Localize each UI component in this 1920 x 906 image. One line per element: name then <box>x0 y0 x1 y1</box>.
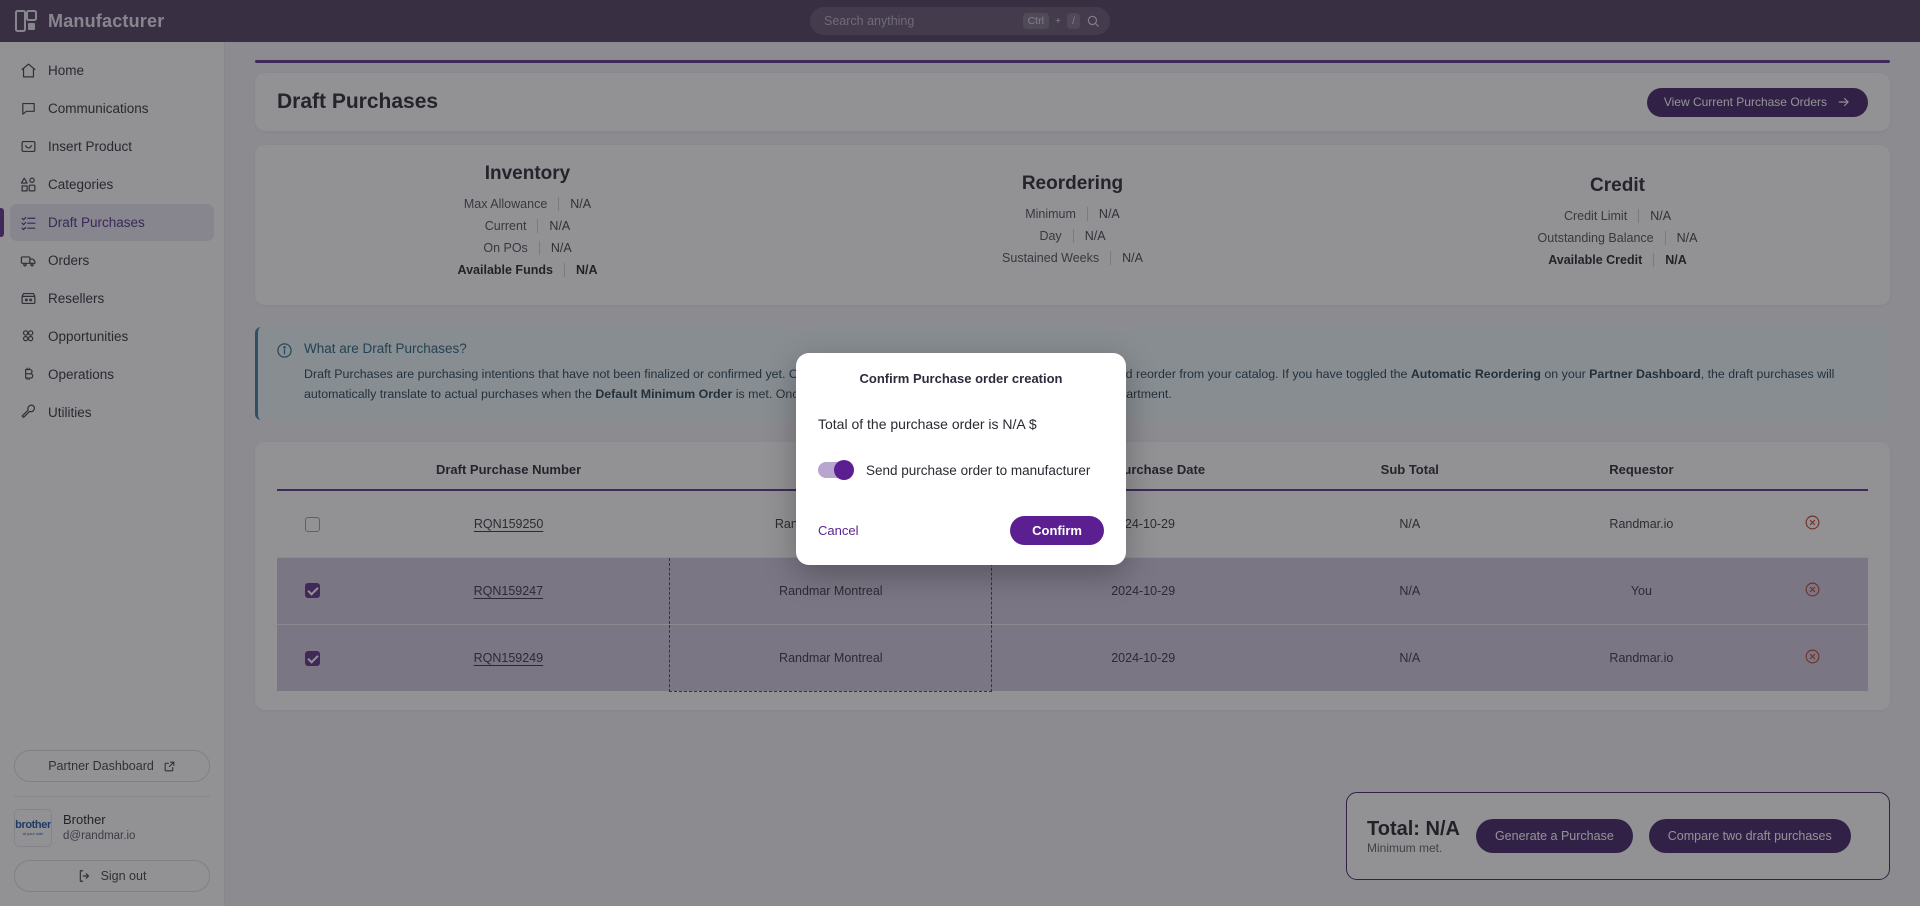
modal-total-text: Total of the purchase order is N/A $ <box>818 416 1037 432</box>
send-to-manufacturer-toggle[interactable] <box>818 460 854 480</box>
modal-actions: Cancel Confirm <box>818 516 1104 545</box>
app-root: Manufacturer Ctrl + / Home <box>0 0 1920 906</box>
modal-title: Confirm Purchase order creation <box>859 371 1063 386</box>
send-to-manufacturer-row: Send purchase order to manufacturer <box>818 460 1104 480</box>
cancel-button[interactable]: Cancel <box>818 523 858 538</box>
confirm-button[interactable]: Confirm <box>1010 516 1104 545</box>
confirm-purchase-order-modal: Confirm Purchase order creation Total of… <box>796 353 1126 565</box>
toggle-knob <box>834 460 854 480</box>
send-to-manufacturer-label: Send purchase order to manufacturer <box>866 462 1091 478</box>
